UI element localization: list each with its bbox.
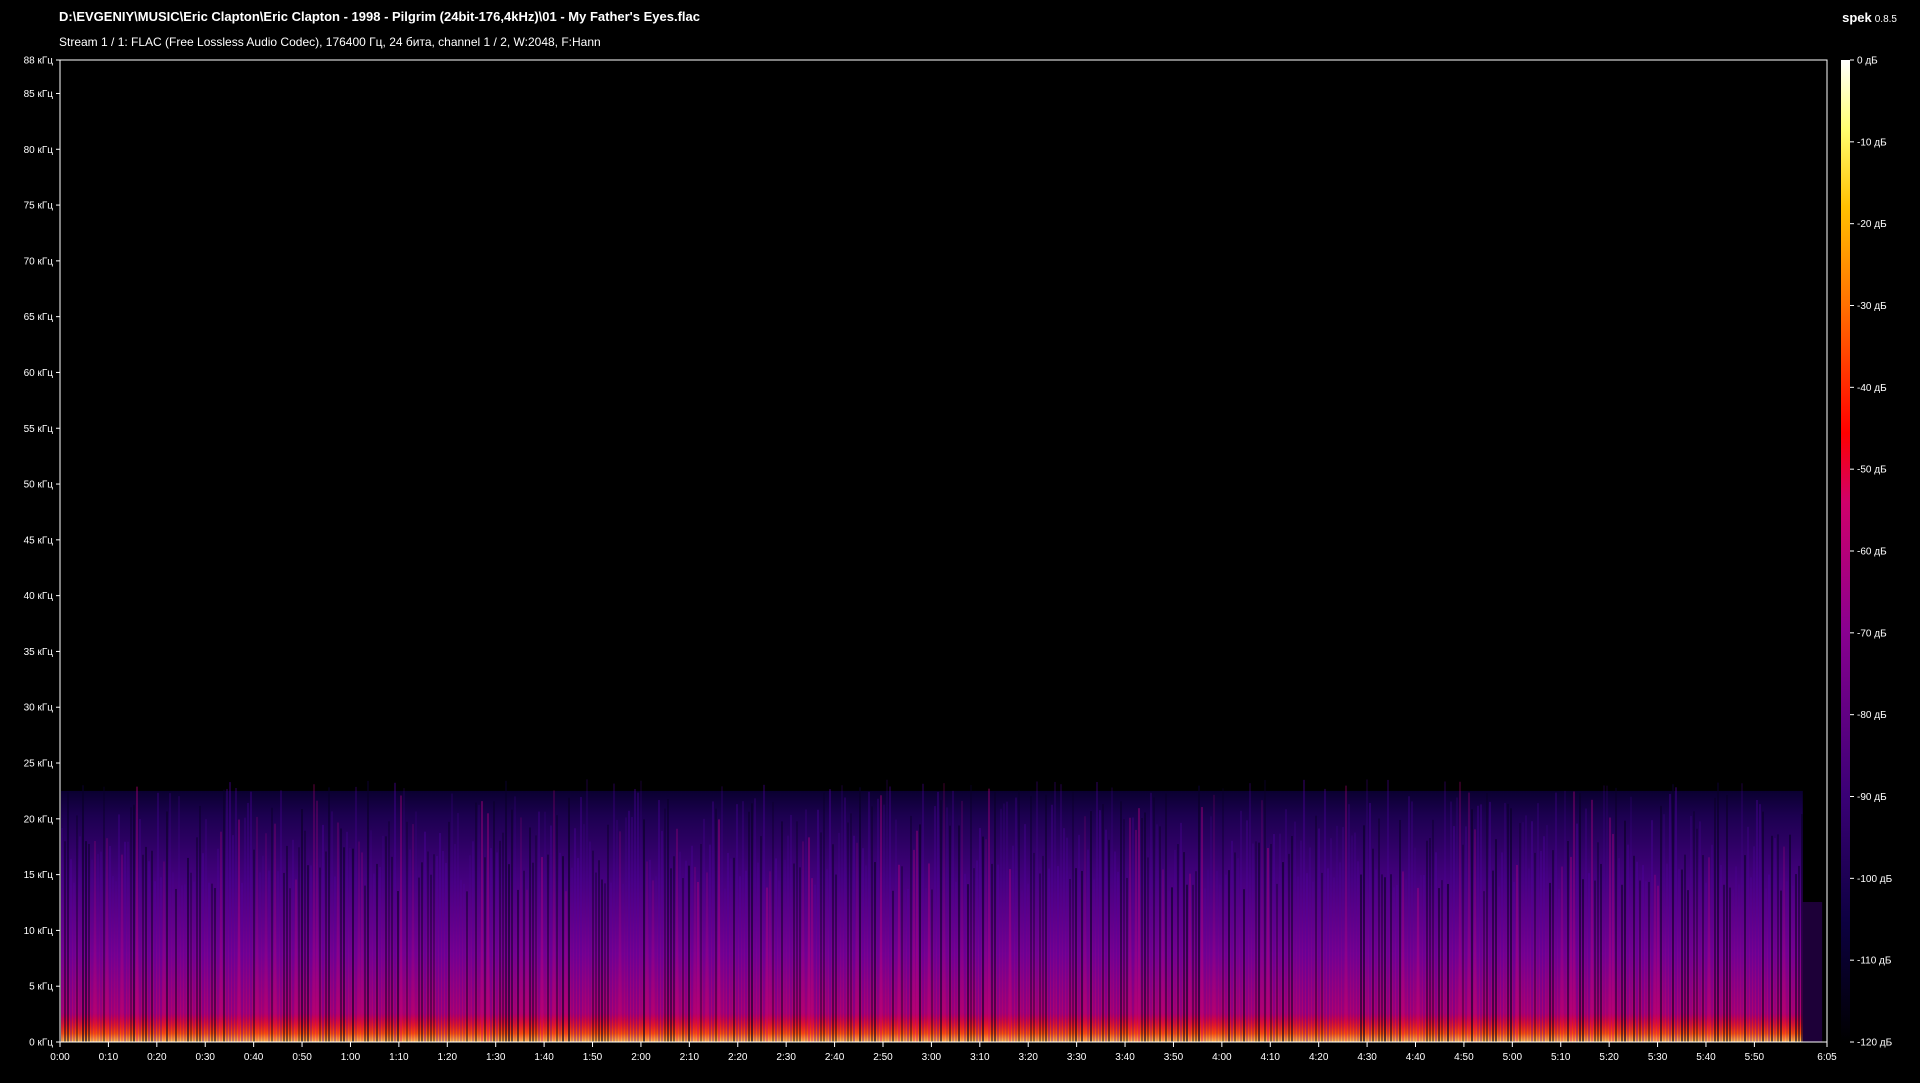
time-tick-label: 3:50 (1164, 1052, 1184, 1063)
time-tick-label: 0:10 (99, 1052, 119, 1063)
db-tick-label: 0 дБ (1857, 56, 1878, 67)
time-tick-label: 5:30 (1648, 1052, 1668, 1063)
freq-tick-label: 30 кГц (24, 703, 54, 714)
db-tick-label: -70 дБ (1857, 628, 1887, 639)
time-tick-label: 1:00 (341, 1052, 361, 1063)
freq-tick-label: 75 кГц (24, 201, 54, 212)
db-tick-label: -40 дБ (1857, 383, 1887, 394)
freq-tick-label: 50 кГц (24, 480, 54, 491)
frequency-axis: 0 кГц 5 кГц 10 кГц 15 кГц 20 кГц 25 кГц 30 кГц… (24, 56, 60, 1049)
time-tick-label: 1:40 (534, 1052, 554, 1063)
spectrogram-chart: 0 кГц 5 кГц 10 кГц 15 кГц 20 кГц 25 кГц 30 кГц… (24, 56, 1893, 1064)
freq-tick-label: 85 кГц (24, 89, 54, 100)
time-tick-label: 4:00 (1212, 1052, 1232, 1063)
db-tick-label: -20 дБ (1857, 219, 1887, 230)
db-tick-label: -60 дБ (1857, 547, 1887, 558)
time-tick-label: 3:30 (1067, 1052, 1087, 1063)
time-tick-label: 1:50 (583, 1052, 603, 1063)
time-axis: 0:00 0:10 0:20 0:30 0:40 0:50 1:00 1:10 1:20 1:30… (50, 1042, 1837, 1063)
time-tick-label: 6:05 (1817, 1052, 1837, 1063)
spek-window: D:\EVGENIY\MUSIC\Eric Clapton\Eric Clapt… (0, 0, 1920, 1083)
time-tick-label: 4:40 (1406, 1052, 1426, 1063)
db-tick-label: -10 дБ (1857, 137, 1887, 148)
freq-tick-label: 60 кГц (24, 368, 54, 379)
time-tick-label: 3:00 (922, 1052, 942, 1063)
time-tick-label: 2:00 (631, 1052, 651, 1063)
time-tick-label: 0:20 (147, 1052, 167, 1063)
time-tick-label: 0:00 (50, 1052, 70, 1063)
db-axis: 0 дБ -10 дБ -20 дБ -30 дБ -40 дБ -50 дБ -60 дБ… (1850, 56, 1893, 1049)
time-tick-label: 2:30 (776, 1052, 796, 1063)
freq-tick-label: 20 кГц (24, 814, 54, 825)
time-tick-label: 3:20 (1018, 1052, 1038, 1063)
time-tick-label: 1:10 (389, 1052, 409, 1063)
db-color-legend (1841, 60, 1850, 1042)
db-tick-label: -100 дБ (1857, 874, 1893, 885)
time-tick-label: 5:10 (1551, 1052, 1571, 1063)
freq-tick-label: 55 кГц (24, 424, 54, 435)
time-tick-label: 0:40 (244, 1052, 264, 1063)
spectrogram-plot (61, 779, 1823, 1042)
db-tick-label: -120 дБ (1857, 1038, 1893, 1049)
time-tick-label: 2:50 (873, 1052, 893, 1063)
freq-tick-label: 45 кГц (24, 535, 54, 546)
time-tick-label: 1:20 (438, 1052, 458, 1063)
time-tick-label: 5:50 (1745, 1052, 1765, 1063)
time-tick-label: 4:10 (1261, 1052, 1281, 1063)
freq-tick-label: 88 кГц (24, 56, 54, 67)
time-tick-label: 2:40 (825, 1052, 845, 1063)
freq-tick-label: 0 кГц (29, 1038, 53, 1049)
time-tick-label: 5:20 (1599, 1052, 1619, 1063)
freq-tick-label: 40 кГц (24, 591, 54, 602)
time-tick-label: 3:10 (970, 1052, 990, 1063)
db-tick-label: -50 дБ (1857, 465, 1887, 476)
freq-tick-label: 65 кГц (24, 312, 54, 323)
time-tick-label: 0:50 (292, 1052, 312, 1063)
freq-tick-label: 5 кГц (29, 982, 53, 993)
time-tick-label: 3:40 (1115, 1052, 1135, 1063)
time-tick-label: 2:10 (680, 1052, 700, 1063)
freq-tick-label: 70 кГц (24, 256, 54, 267)
freq-tick-label: 10 кГц (24, 926, 54, 937)
freq-tick-label: 80 кГц (24, 145, 54, 156)
freq-tick-label: 25 кГц (24, 759, 54, 770)
db-tick-label: -90 дБ (1857, 792, 1887, 803)
time-tick-label: 5:40 (1696, 1052, 1716, 1063)
freq-tick-label: 35 кГц (24, 647, 54, 658)
db-tick-label: -80 дБ (1857, 710, 1887, 721)
time-tick-label: 4:50 (1454, 1052, 1474, 1063)
time-tick-label: 4:20 (1309, 1052, 1329, 1063)
time-tick-label: 4:30 (1357, 1052, 1377, 1063)
db-tick-label: -110 дБ (1857, 956, 1892, 967)
freq-tick-label: 15 кГц (24, 870, 54, 881)
db-tick-label: -30 дБ (1857, 301, 1887, 312)
time-tick-label: 0:30 (195, 1052, 215, 1063)
time-tick-label: 1:30 (486, 1052, 506, 1063)
time-tick-label: 2:20 (728, 1052, 748, 1063)
time-tick-label: 5:00 (1503, 1052, 1523, 1063)
